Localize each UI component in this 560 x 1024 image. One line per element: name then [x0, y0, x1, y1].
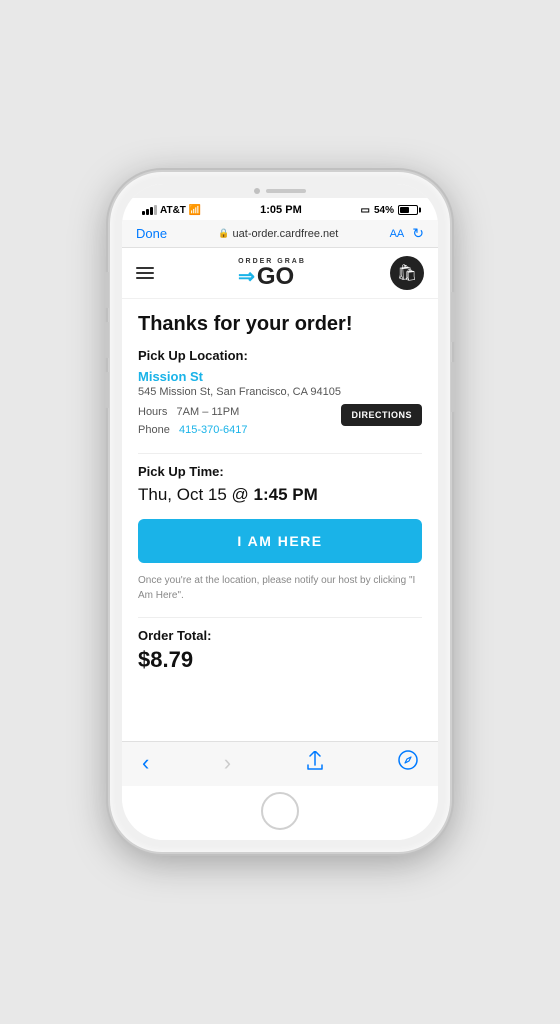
- order-total-value: $8.79: [138, 647, 422, 673]
- browser-actions: AA ↻: [390, 225, 424, 242]
- hamburger-line-1: [136, 267, 154, 269]
- logo-go-text: ⇒ GO: [238, 265, 306, 289]
- pickup-time-value: Thu, Oct 15 @ 1:45 PM: [138, 485, 422, 505]
- i-am-here-note: Once you're at the location, please noti…: [138, 573, 422, 603]
- home-button[interactable]: [261, 792, 299, 830]
- hamburger-line-3: [136, 277, 154, 279]
- pickup-time-bold: 1:45 PM: [254, 485, 318, 504]
- directions-button[interactable]: DIRECTIONS: [341, 404, 422, 426]
- browser-share-button[interactable]: [306, 751, 324, 776]
- camera-dot: [254, 188, 260, 194]
- location-details: Hours 7AM – 11PM Phone 415-370-6417 DIRE…: [138, 404, 422, 439]
- phone-number[interactable]: 415-370-6417: [179, 424, 248, 436]
- hours-row: Hours 7AM – 11PM: [138, 404, 248, 422]
- browser-url-bar[interactable]: 🔒 uat-order.cardfree.net: [218, 228, 338, 240]
- cart-icon: 🛍: [397, 263, 417, 283]
- carrier-label: AT&T: [160, 205, 186, 216]
- browser-bar: Done 🔒 uat-order.cardfree.net AA ↻: [122, 220, 438, 248]
- divider-2: [138, 617, 422, 618]
- location-name[interactable]: Mission St: [138, 369, 422, 384]
- hours-label: Hours: [138, 406, 167, 418]
- battery-icon: [398, 205, 418, 215]
- browser-compass-button[interactable]: [398, 750, 418, 776]
- browser-nav: ‹ ›: [122, 741, 438, 786]
- pickup-time-prefix: Thu, Oct 15 @: [138, 485, 254, 504]
- phone-frame: AT&T 📶 1:05 PM ▭ 54% Done 🔒 uat-order.ca…: [110, 172, 450, 852]
- app-header: ORDER GRAB ⇒ GO 🛍: [122, 248, 438, 299]
- thanks-heading: Thanks for your order!: [138, 313, 422, 336]
- lock-icon: 🔒: [218, 228, 229, 239]
- hamburger-menu-button[interactable]: [136, 267, 154, 279]
- pickup-time-label: Pick Up Time:: [138, 464, 422, 479]
- wifi-icon: 📶: [189, 205, 201, 216]
- battery-percent: 54%: [374, 205, 394, 216]
- aa-button[interactable]: AA: [390, 228, 405, 240]
- speaker-slot: [266, 189, 306, 193]
- logo-arrow-icon: ⇒: [238, 267, 255, 287]
- main-content: Thanks for your order! Pick Up Location:…: [122, 299, 438, 687]
- status-time: 1:05 PM: [260, 204, 302, 216]
- phone-row: Phone 415-370-6417: [138, 422, 248, 440]
- app-logo: ORDER GRAB ⇒ GO: [238, 258, 306, 289]
- signal-bars: [142, 205, 157, 215]
- order-total-label: Order Total:: [138, 628, 422, 643]
- hours-value: 7AM – 11PM: [177, 406, 240, 418]
- reload-button[interactable]: ↻: [412, 225, 424, 242]
- pickup-location-label: Pick Up Location:: [138, 348, 422, 363]
- browser-url: uat-order.cardfree.net: [233, 228, 339, 240]
- divider-1: [138, 453, 422, 454]
- phone-screen: AT&T 📶 1:05 PM ▭ 54% Done 🔒 uat-order.ca…: [122, 184, 438, 840]
- phone-label: Phone: [138, 424, 170, 436]
- logo-go-label: GO: [257, 265, 294, 289]
- screen-mirror-icon: ▭: [361, 205, 370, 216]
- home-indicator-area: [122, 786, 438, 840]
- browser-back-button[interactable]: ‹: [142, 750, 149, 776]
- browser-forward-button[interactable]: ›: [224, 750, 231, 776]
- status-bar: AT&T 📶 1:05 PM ▭ 54%: [122, 198, 438, 220]
- hamburger-line-2: [136, 272, 154, 274]
- browser-done-button[interactable]: Done: [136, 226, 167, 241]
- cart-button[interactable]: 🛍: [390, 256, 424, 290]
- location-info: Hours 7AM – 11PM Phone 415-370-6417: [138, 404, 248, 439]
- phone-notch: [122, 184, 438, 198]
- location-address: 545 Mission St, San Francisco, CA 94105: [138, 386, 422, 398]
- status-left: AT&T 📶: [142, 205, 201, 216]
- i-am-here-button[interactable]: I AM HERE: [138, 519, 422, 563]
- page-content: ORDER GRAB ⇒ GO 🛍 Thanks for your order!…: [122, 248, 438, 741]
- battery-fill: [400, 207, 409, 213]
- status-right: ▭ 54%: [361, 205, 418, 216]
